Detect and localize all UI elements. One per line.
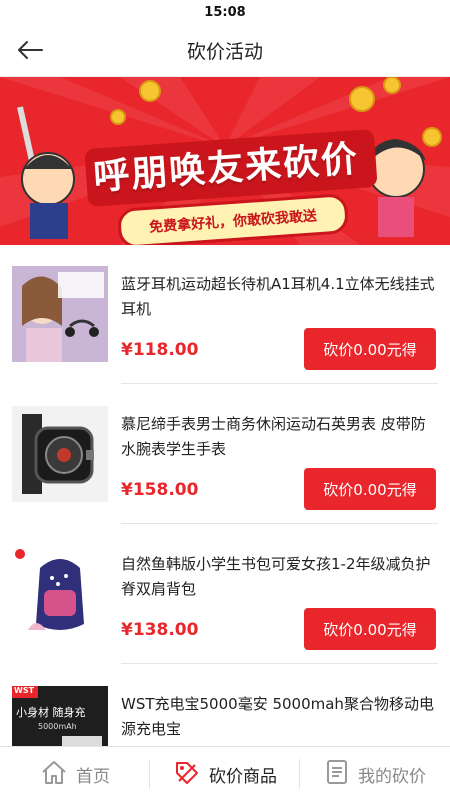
bargain-tag-icon (173, 759, 201, 790)
list-document-icon (324, 759, 350, 790)
list-item[interactable]: 蓝牙耳机运动超长待机A1耳机4.1立体无线挂式耳机 ¥118.00 砍价0.00… (0, 244, 450, 384)
bargain-button[interactable]: 砍价0.00元得 (304, 328, 436, 370)
tab-label: 砍价商品 (209, 766, 277, 787)
product-title[interactable]: 慕尼缔手表男士商务休闲运动石英男表 皮带防水腕表学生手表 (121, 412, 437, 462)
product-image[interactable] (12, 266, 108, 362)
status-time: 15:08 (204, 4, 246, 20)
product-image[interactable] (12, 546, 108, 642)
tab-my-bargains[interactable]: 我的砍价 (300, 747, 450, 801)
bargain-button[interactable]: 砍价0.00元得 (304, 468, 436, 510)
bottom-tab-bar: 首页 砍价商品 我的砍价 (0, 746, 450, 801)
image-text: 小身材 随身充 (16, 706, 86, 719)
product-price: ¥158.00 (121, 480, 199, 500)
list-item[interactable]: 自然鱼韩版小学生书包可爱女孩1-2年级减负护脊双肩背包 ¥138.00 砍价0.… (0, 524, 450, 664)
back-arrow-icon[interactable] (16, 36, 46, 64)
product-image[interactable] (12, 406, 108, 502)
product-price: ¥118.00 (121, 340, 199, 360)
status-bar: 15:08 (0, 0, 450, 24)
tab-bargain-products[interactable]: 砍价商品 (150, 747, 300, 801)
image-caption: 5000mAh (38, 722, 77, 731)
promo-banner[interactable]: 呼朋唤友来砍价 免费拿好礼，你敢砍我敢送 (0, 77, 450, 245)
tab-home[interactable]: 首页 (0, 747, 150, 801)
home-icon (40, 759, 68, 790)
banner-subtitle: 免费拿好礼，你敢砍我敢送 (148, 208, 318, 236)
image-badge: WST (14, 686, 35, 695)
page-title: 砍价活动 (186, 40, 263, 63)
tab-label: 首页 (76, 766, 110, 787)
list-item[interactable]: 慕尼缔手表男士商务休闲运动石英男表 皮带防水腕表学生手表 ¥158.00 砍价0… (0, 384, 450, 524)
nav-bar: 砍价活动 (0, 24, 450, 77)
tab-label: 我的砍价 (358, 766, 426, 787)
product-list: 蓝牙耳机运动超长待机A1耳机4.1立体无线挂式耳机 ¥118.00 砍价0.00… (0, 244, 450, 804)
product-title[interactable]: WST充电宝5000毫安 5000mah聚合物移动电源充电宝 (121, 692, 437, 742)
product-title[interactable]: 自然鱼韩版小学生书包可爱女孩1-2年级减负护脊双肩背包 (121, 552, 437, 602)
bargain-button[interactable]: 砍价0.00元得 (304, 608, 436, 650)
product-price: ¥138.00 (121, 620, 199, 640)
product-title[interactable]: 蓝牙耳机运动超长待机A1耳机4.1立体无线挂式耳机 (121, 272, 437, 322)
